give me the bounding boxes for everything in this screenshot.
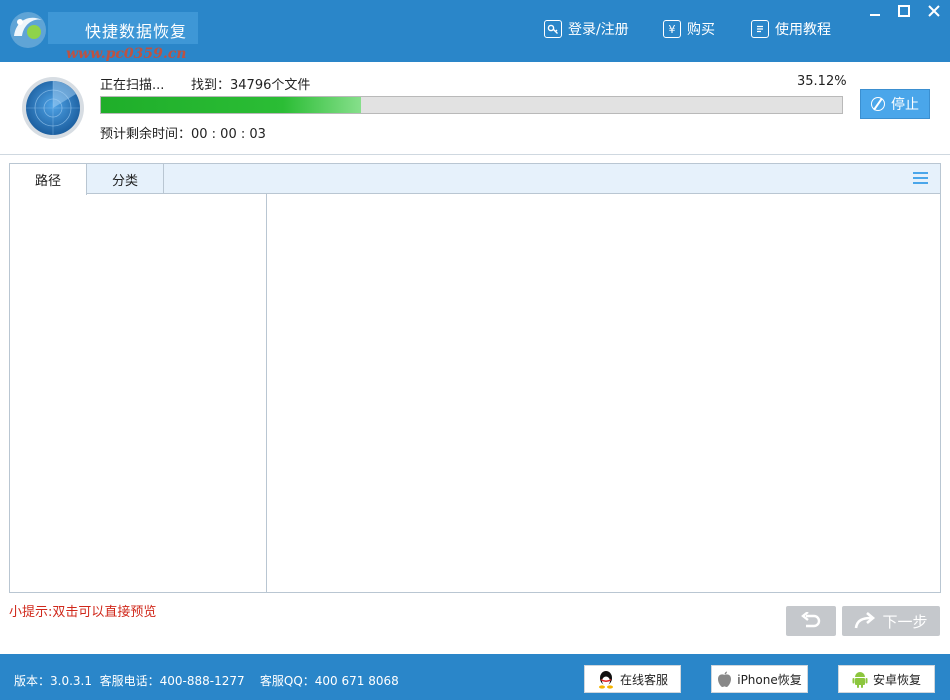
found-count: 找到：34796个文件	[191, 78, 311, 93]
progress-bar	[100, 96, 843, 114]
close-button[interactable]	[920, 0, 948, 22]
iphone-recovery-button[interactable]: iPhone恢复	[711, 665, 808, 693]
back-button[interactable]	[786, 606, 836, 636]
android-recovery-button[interactable]: 安卓恢复	[838, 665, 935, 693]
tutorial-label: 使用教程	[775, 22, 831, 38]
android-recovery-label: 安卓恢复	[872, 672, 921, 687]
stop-label: 停止	[891, 97, 919, 113]
apple-icon	[718, 671, 732, 687]
maximize-button[interactable]	[890, 0, 918, 22]
login-register-label: 登录/注册	[568, 22, 629, 38]
progress-fill	[101, 97, 362, 113]
scan-panel: 正在扫描... 找到：34796个文件 35.12% 预计剩余时间：00 : 0…	[0, 62, 950, 155]
footer-bar: 版本：3.0.3.1 客服电话：400-888-1277 客服QQ：400 67…	[0, 654, 950, 700]
tip-text: 小提示:双击可以直接预览	[9, 605, 157, 620]
document-icon	[751, 20, 769, 38]
scan-status: 正在扫描...	[100, 78, 165, 93]
file-list-pane[interactable]	[267, 194, 940, 592]
next-label: 下一步	[882, 612, 928, 631]
footer-info: 版本：3.0.3.1 客服电话：400-888-1277 客服QQ：400 67…	[14, 674, 399, 688]
yen-icon: ¥	[663, 20, 681, 38]
online-service-button[interactable]: 在线客服	[584, 665, 681, 693]
radar-icon	[22, 77, 84, 139]
close-icon	[928, 5, 940, 17]
minimize-icon	[870, 14, 880, 16]
stop-button[interactable]: 停止	[860, 89, 930, 119]
login-register-link[interactable]: 登录/注册	[544, 18, 629, 40]
buy-label: 购买	[687, 22, 715, 38]
menu-icon[interactable]	[913, 172, 928, 185]
title-bar: 快捷数据恢复 www.pc0359.cn 登录/注册 ¥ 购买 使用教程	[0, 0, 950, 62]
key-icon	[544, 20, 562, 38]
undo-icon	[801, 612, 821, 628]
tab-path-label: 路径	[34, 174, 61, 189]
forward-arrow-icon	[855, 612, 876, 629]
online-service-label: 在线客服	[619, 672, 668, 687]
next-button[interactable]: 下一步	[842, 606, 940, 636]
tab-category[interactable]: 分类	[87, 164, 164, 194]
app-title: 快捷数据恢复	[85, 22, 188, 41]
maximize-icon	[898, 5, 910, 17]
android-icon	[852, 672, 868, 688]
qq-penguin-icon	[598, 671, 613, 689]
time-remaining: 预计剩余时间：00 : 00 : 03	[100, 127, 266, 142]
stop-icon	[871, 97, 885, 111]
buy-link[interactable]: ¥ 购买	[663, 18, 715, 40]
results-panel: 路径 分类	[9, 163, 941, 593]
iphone-recovery-label: iPhone恢复	[737, 672, 802, 687]
watermark: www.pc0359.cn	[66, 46, 187, 62]
tab-bar: 路径 分类	[10, 164, 940, 195]
tab-path[interactable]: 路径	[10, 164, 87, 195]
minimize-button[interactable]	[861, 0, 889, 22]
tab-category-label: 分类	[111, 173, 138, 189]
tutorial-link[interactable]: 使用教程	[751, 18, 831, 40]
progress-percent: 35.12%	[797, 74, 847, 89]
folder-tree-pane[interactable]	[10, 194, 267, 592]
app-logo-icon	[10, 12, 46, 48]
